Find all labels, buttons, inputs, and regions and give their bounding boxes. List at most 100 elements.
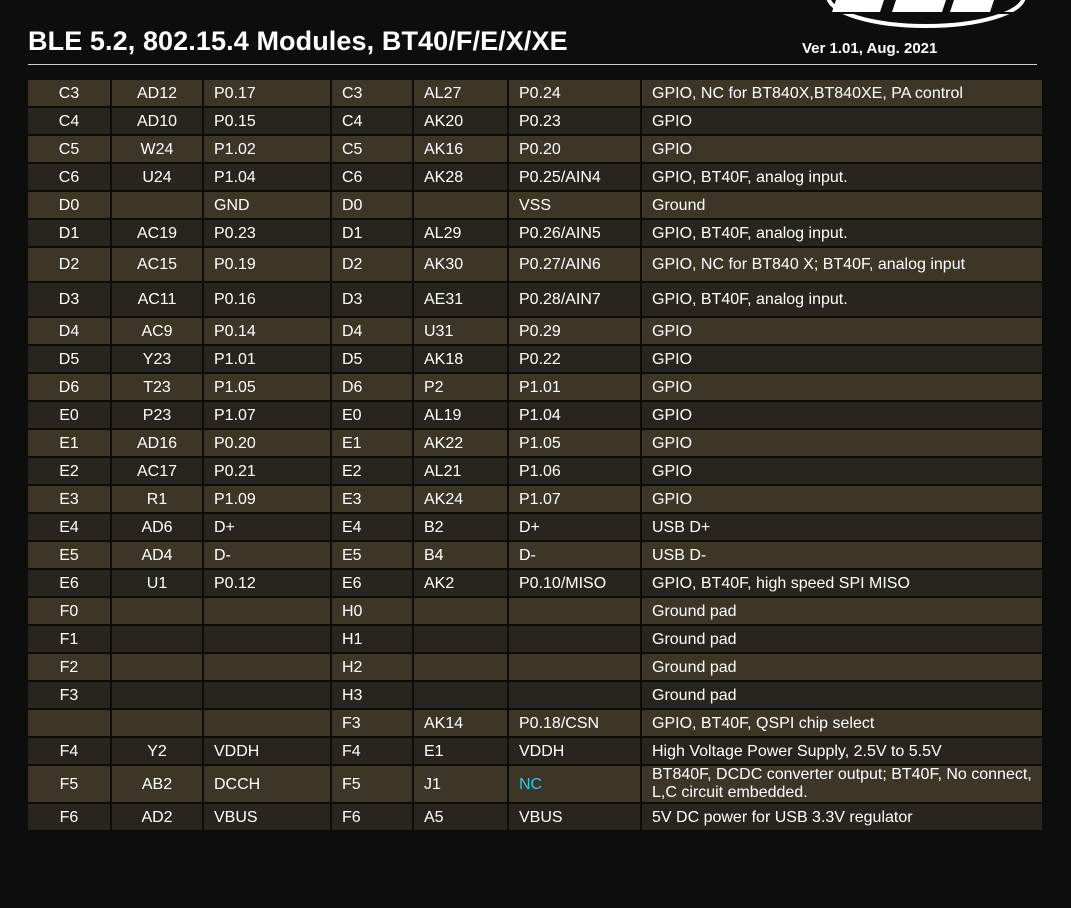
header-divider	[28, 64, 1037, 65]
cell-pin-grid: C5	[28, 136, 110, 162]
cell-signal-name: GND	[204, 192, 330, 218]
cell-description: 5V DC power for USB 3.3V regulator	[642, 804, 1042, 830]
table-row: C4 AD10 P0.15 C4 AK20 P0.23 GPIO	[28, 108, 1042, 134]
cell-chip-ball	[414, 654, 507, 680]
cell-module-pin: C3	[332, 80, 412, 106]
cell-description: GPIO, BT40F, analog input.	[642, 220, 1042, 246]
cell-signal-name: P0.15	[204, 108, 330, 134]
cell-ball-id: W24	[112, 136, 202, 162]
cell-pin-grid: E3	[28, 486, 110, 512]
cell-signal-name	[204, 626, 330, 652]
cell-ball-id: AC17	[112, 458, 202, 484]
cell-module-pin: F6	[332, 804, 412, 830]
cell-signal-name: P0.19	[204, 248, 330, 281]
cell-ball-id: AC19	[112, 220, 202, 246]
cell-chip-signal: P1.06	[509, 458, 640, 484]
cell-chip-signal: P0.23	[509, 108, 640, 134]
table-row: D0 GND D0 VSS Ground	[28, 192, 1042, 218]
cell-description: GPIO	[642, 108, 1042, 134]
cell-signal-name	[204, 710, 330, 736]
cell-module-pin: H3	[332, 682, 412, 708]
cell-chip-ball: AL19	[414, 402, 507, 428]
cell-signal-name: P0.17	[204, 80, 330, 106]
cell-chip-signal: NC	[509, 766, 640, 802]
cell-ball-id: T23	[112, 374, 202, 400]
cell-description: GPIO, NC for BT840 X; BT40F, analog inpu…	[642, 248, 1042, 281]
cell-ball-id	[112, 192, 202, 218]
cell-signal-name: D-	[204, 542, 330, 568]
cell-signal-name: P1.02	[204, 136, 330, 162]
cell-chip-signal: P0.28/AIN7	[509, 283, 640, 316]
cell-module-pin: E3	[332, 486, 412, 512]
cell-chip-signal: P1.04	[509, 402, 640, 428]
cell-description: GPIO	[642, 318, 1042, 344]
cell-ball-id: AD16	[112, 430, 202, 456]
cell-signal-name: P0.20	[204, 430, 330, 456]
cell-description: GPIO, BT40F, QSPI chip select	[642, 710, 1042, 736]
cell-pin-grid: F1	[28, 626, 110, 652]
cell-chip-ball: U31	[414, 318, 507, 344]
cell-chip-signal	[509, 626, 640, 652]
cell-ball-id: AC9	[112, 318, 202, 344]
cell-chip-signal: P0.22	[509, 346, 640, 372]
page-title: BLE 5.2, 802.15.4 Modules, BT40/F/E/X/XE	[28, 26, 568, 56]
cell-chip-ball: AK14	[414, 710, 507, 736]
cell-description: GPIO	[642, 430, 1042, 456]
cell-module-pin: E0	[332, 402, 412, 428]
table-row: C6 U24 P1.04 C6 AK28 P0.25/AIN4 GPIO, BT40F, a…	[28, 164, 1042, 190]
cell-module-pin: E1	[332, 430, 412, 456]
table-row: F0 H0 Ground pad	[28, 598, 1042, 624]
cell-chip-signal: D+	[509, 514, 640, 540]
cell-description: GPIO	[642, 346, 1042, 372]
cell-description: GPIO, BT40F, analog input.	[642, 164, 1042, 190]
cell-chip-ball	[414, 682, 507, 708]
cell-module-pin: E6	[332, 570, 412, 596]
cell-pin-grid: F4	[28, 738, 110, 764]
cell-module-pin: E2	[332, 458, 412, 484]
cell-pin-grid: D5	[28, 346, 110, 372]
cell-signal-name: P0.14	[204, 318, 330, 344]
cell-pin-grid: D6	[28, 374, 110, 400]
cell-chip-ball: AK16	[414, 136, 507, 162]
cell-description: USB D+	[642, 514, 1042, 540]
table-row: D5 Y23 P1.01 D5 AK18 P0.22 GPIO	[28, 346, 1042, 372]
cell-chip-ball: AE31	[414, 283, 507, 316]
cell-module-pin: H1	[332, 626, 412, 652]
cell-module-pin: C6	[332, 164, 412, 190]
cell-signal-name: VBUS	[204, 804, 330, 830]
table-row: D6 T23 P1.05 D6 P2 P1.01 GPIO	[28, 374, 1042, 400]
cell-pin-grid	[28, 710, 110, 736]
cell-chip-ball: AL21	[414, 458, 507, 484]
cell-ball-id	[112, 654, 202, 680]
cell-chip-signal: P0.27/AIN6	[509, 248, 640, 281]
cell-pin-grid: E0	[28, 402, 110, 428]
version-label: Ver 1.01, Aug. 2021	[802, 40, 938, 57]
cell-ball-id	[112, 710, 202, 736]
cell-description: GPIO	[642, 486, 1042, 512]
cell-chip-signal	[509, 682, 640, 708]
cell-chip-signal: P0.20	[509, 136, 640, 162]
cell-signal-name: P1.05	[204, 374, 330, 400]
table-row: F3 H3 Ground pad	[28, 682, 1042, 708]
cell-chip-ball: AL27	[414, 80, 507, 106]
cell-pin-grid: E4	[28, 514, 110, 540]
cell-signal-name: P0.16	[204, 283, 330, 316]
cell-ball-id: Y23	[112, 346, 202, 372]
cell-chip-signal: VBUS	[509, 804, 640, 830]
company-logo	[826, 0, 1026, 30]
cell-ball-id: AD10	[112, 108, 202, 134]
cell-chip-ball: AK24	[414, 486, 507, 512]
cell-signal-name: P1.07	[204, 402, 330, 428]
cell-module-pin: C4	[332, 108, 412, 134]
cell-ball-id	[112, 598, 202, 624]
cell-pin-grid: F0	[28, 598, 110, 624]
cell-signal-name: P0.12	[204, 570, 330, 596]
cell-pin-grid: F5	[28, 766, 110, 802]
table-row: F5 AB2 DCCH F5 J1 NC BT840F, DCDC converter ou…	[28, 766, 1042, 802]
cell-signal-name: P1.04	[204, 164, 330, 190]
cell-signal-name: P1.01	[204, 346, 330, 372]
cell-module-pin: F5	[332, 766, 412, 802]
cell-chip-ball: E1	[414, 738, 507, 764]
table-row: F1 H1 Ground pad	[28, 626, 1042, 652]
table-row: E1 AD16 P0.20 E1 AK22 P1.05 GPIO	[28, 430, 1042, 456]
